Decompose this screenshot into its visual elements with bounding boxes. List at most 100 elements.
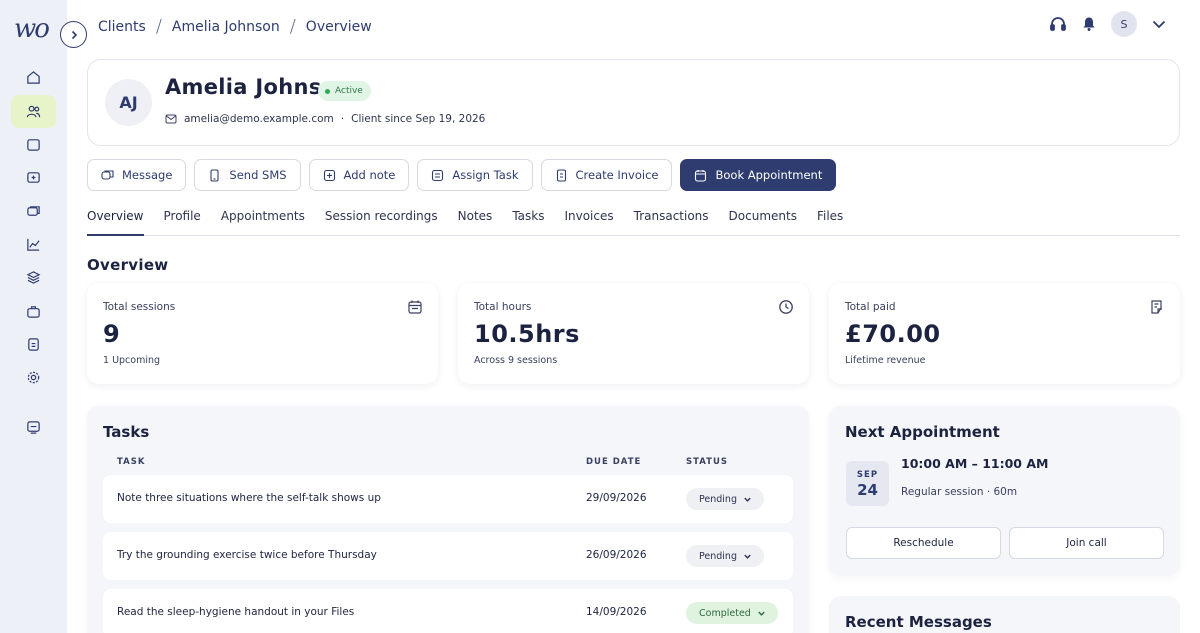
column-header-due-date: DUE DATE [586, 457, 642, 467]
status-dropdown[interactable]: Pending [686, 545, 764, 567]
tab-transactions[interactable]: Transactions [634, 200, 709, 236]
calendar-icon [695, 169, 707, 182]
stat-label: Total hours [474, 301, 532, 313]
sidebar-item-packages[interactable] [11, 295, 56, 328]
chevron-down-icon [744, 497, 751, 502]
chat-icon [27, 206, 40, 216]
next-appointment-card: Next Appointment SEP 24 10:00 AM – 11:00… [829, 406, 1180, 576]
stat-value: £70.00 [845, 320, 941, 348]
client-tabs: Overview Profile Appointments Session re… [87, 200, 1180, 236]
ticket-icon [27, 172, 40, 183]
sidebar-item-support[interactable] [11, 411, 56, 444]
users-icon [26, 105, 41, 118]
tab-documents[interactable]: Documents [729, 200, 797, 236]
assign-task-button[interactable]: Assign Task [417, 159, 533, 191]
breadcrumb-separator: / [155, 16, 162, 37]
status-dropdown[interactable]: Completed [686, 602, 778, 624]
tab-invoices[interactable]: Invoices [564, 200, 613, 236]
sidebar-item-clients[interactable] [11, 95, 56, 128]
gear-icon [27, 371, 40, 384]
reschedule-button[interactable]: Reschedule [846, 527, 1001, 559]
tab-overview[interactable]: Overview [87, 200, 144, 236]
client-avatar: AJ [105, 79, 152, 126]
create-invoice-button[interactable]: Create Invoice [540, 159, 673, 191]
appointment-month: SEP [856, 470, 879, 480]
recent-messages-title: Recent Messages [845, 613, 992, 631]
client-email[interactable]: amelia@demo.example.com [184, 113, 334, 125]
app-logo[interactable]: wo [14, 14, 50, 44]
stat-label: Total paid [845, 301, 896, 313]
add-note-button[interactable]: Add note [308, 159, 410, 191]
tab-notes[interactable]: Notes [458, 200, 493, 236]
sidebar-item-forms[interactable] [11, 328, 56, 361]
create-invoice-label: Create Invoice [575, 168, 659, 182]
clock-icon [779, 300, 793, 314]
note-icon [323, 169, 335, 181]
receipt-icon [1151, 300, 1162, 314]
breadcrumb-current: Overview [305, 18, 372, 35]
stat-card-sessions: Total sessions 9 1 Upcoming [87, 283, 438, 384]
client-meta: amelia@demo.example.com · Client since S… [165, 113, 485, 125]
tasks-card: Tasks TASK DUE DATE STATUS Note three si… [87, 406, 809, 633]
headset-icon[interactable] [1049, 15, 1067, 33]
sidebar-item-resources[interactable] [11, 261, 56, 294]
stat-value: 9 [103, 320, 121, 348]
chevron-down-icon [744, 554, 751, 559]
stat-card-paid: Total paid £70.00 Lifetime revenue [829, 283, 1180, 384]
status-label: Pending [699, 493, 737, 505]
user-avatar[interactable]: S [1111, 11, 1137, 37]
meta-separator: · [340, 113, 345, 125]
join-call-button[interactable]: Join call [1009, 527, 1164, 559]
sidebar: wo [0, 0, 67, 633]
appointment-time: 10:00 AM – 11:00 AM [901, 456, 1049, 471]
tab-profile[interactable]: Profile [164, 200, 201, 236]
table-row[interactable]: Read the sleep-hygiene handout in your F… [103, 589, 793, 633]
message-label: Message [122, 168, 173, 182]
section-title: Overview [87, 256, 169, 274]
status-dot-icon [325, 88, 330, 94]
assign-task-label: Assign Task [452, 168, 519, 182]
book-appointment-button[interactable]: Book Appointment [680, 159, 837, 191]
sidebar-toggle-button[interactable] [60, 21, 87, 48]
task-due-date: 14/09/2026 [586, 606, 647, 618]
status-dropdown[interactable]: Pending [686, 488, 764, 510]
tab-tasks[interactable]: Tasks [512, 200, 544, 236]
column-header-status: STATUS [686, 457, 729, 467]
calendar-icon [27, 139, 40, 151]
sidebar-item-services[interactable] [11, 161, 56, 194]
status-badge: Active [318, 81, 371, 101]
table-row[interactable]: Note three situations where the self-tal… [103, 475, 793, 523]
task-due-date: 29/09/2026 [586, 492, 647, 504]
appointment-date: SEP 24 [846, 461, 889, 506]
book-appointment-label: Book Appointment [715, 168, 823, 182]
monitor-icon [27, 421, 40, 434]
document-icon [28, 338, 39, 351]
sidebar-item-calendar[interactable] [11, 128, 56, 161]
breadcrumb-clients[interactable]: Clients [98, 19, 146, 35]
client-since: Client since Sep 19, 2026 [351, 113, 486, 125]
chevron-down-icon [758, 611, 765, 616]
phone-icon [210, 168, 219, 182]
breadcrumb-client-name[interactable]: Amelia Johnson [172, 19, 280, 35]
recent-messages-card: Recent Messages [829, 596, 1180, 633]
home-icon [27, 71, 40, 84]
sidebar-item-reports[interactable] [11, 228, 56, 261]
add-note-label: Add note [343, 168, 396, 182]
tab-session-recordings[interactable]: Session recordings [325, 200, 438, 236]
tab-files[interactable]: Files [817, 200, 843, 236]
layers-icon [26, 271, 41, 284]
sidebar-item-settings[interactable] [11, 361, 56, 394]
send-sms-button[interactable]: Send SMS [194, 159, 301, 191]
tasks-title: Tasks [103, 423, 150, 441]
tab-appointments[interactable]: Appointments [221, 200, 305, 236]
sidebar-item-messages[interactable] [11, 195, 56, 228]
chevron-down-icon[interactable] [1151, 16, 1167, 32]
message-button[interactable]: Message [87, 159, 187, 191]
appointment-type: Regular session · 60m [901, 486, 1018, 498]
stat-card-hours: Total hours 10.5hrs Across 9 sessions [458, 283, 809, 384]
table-row[interactable]: Try the grounding exercise twice before … [103, 532, 793, 580]
sidebar-item-home[interactable] [11, 61, 56, 94]
checklist-icon [432, 169, 444, 181]
bell-icon[interactable] [1081, 16, 1097, 32]
briefcase-icon [27, 306, 40, 318]
